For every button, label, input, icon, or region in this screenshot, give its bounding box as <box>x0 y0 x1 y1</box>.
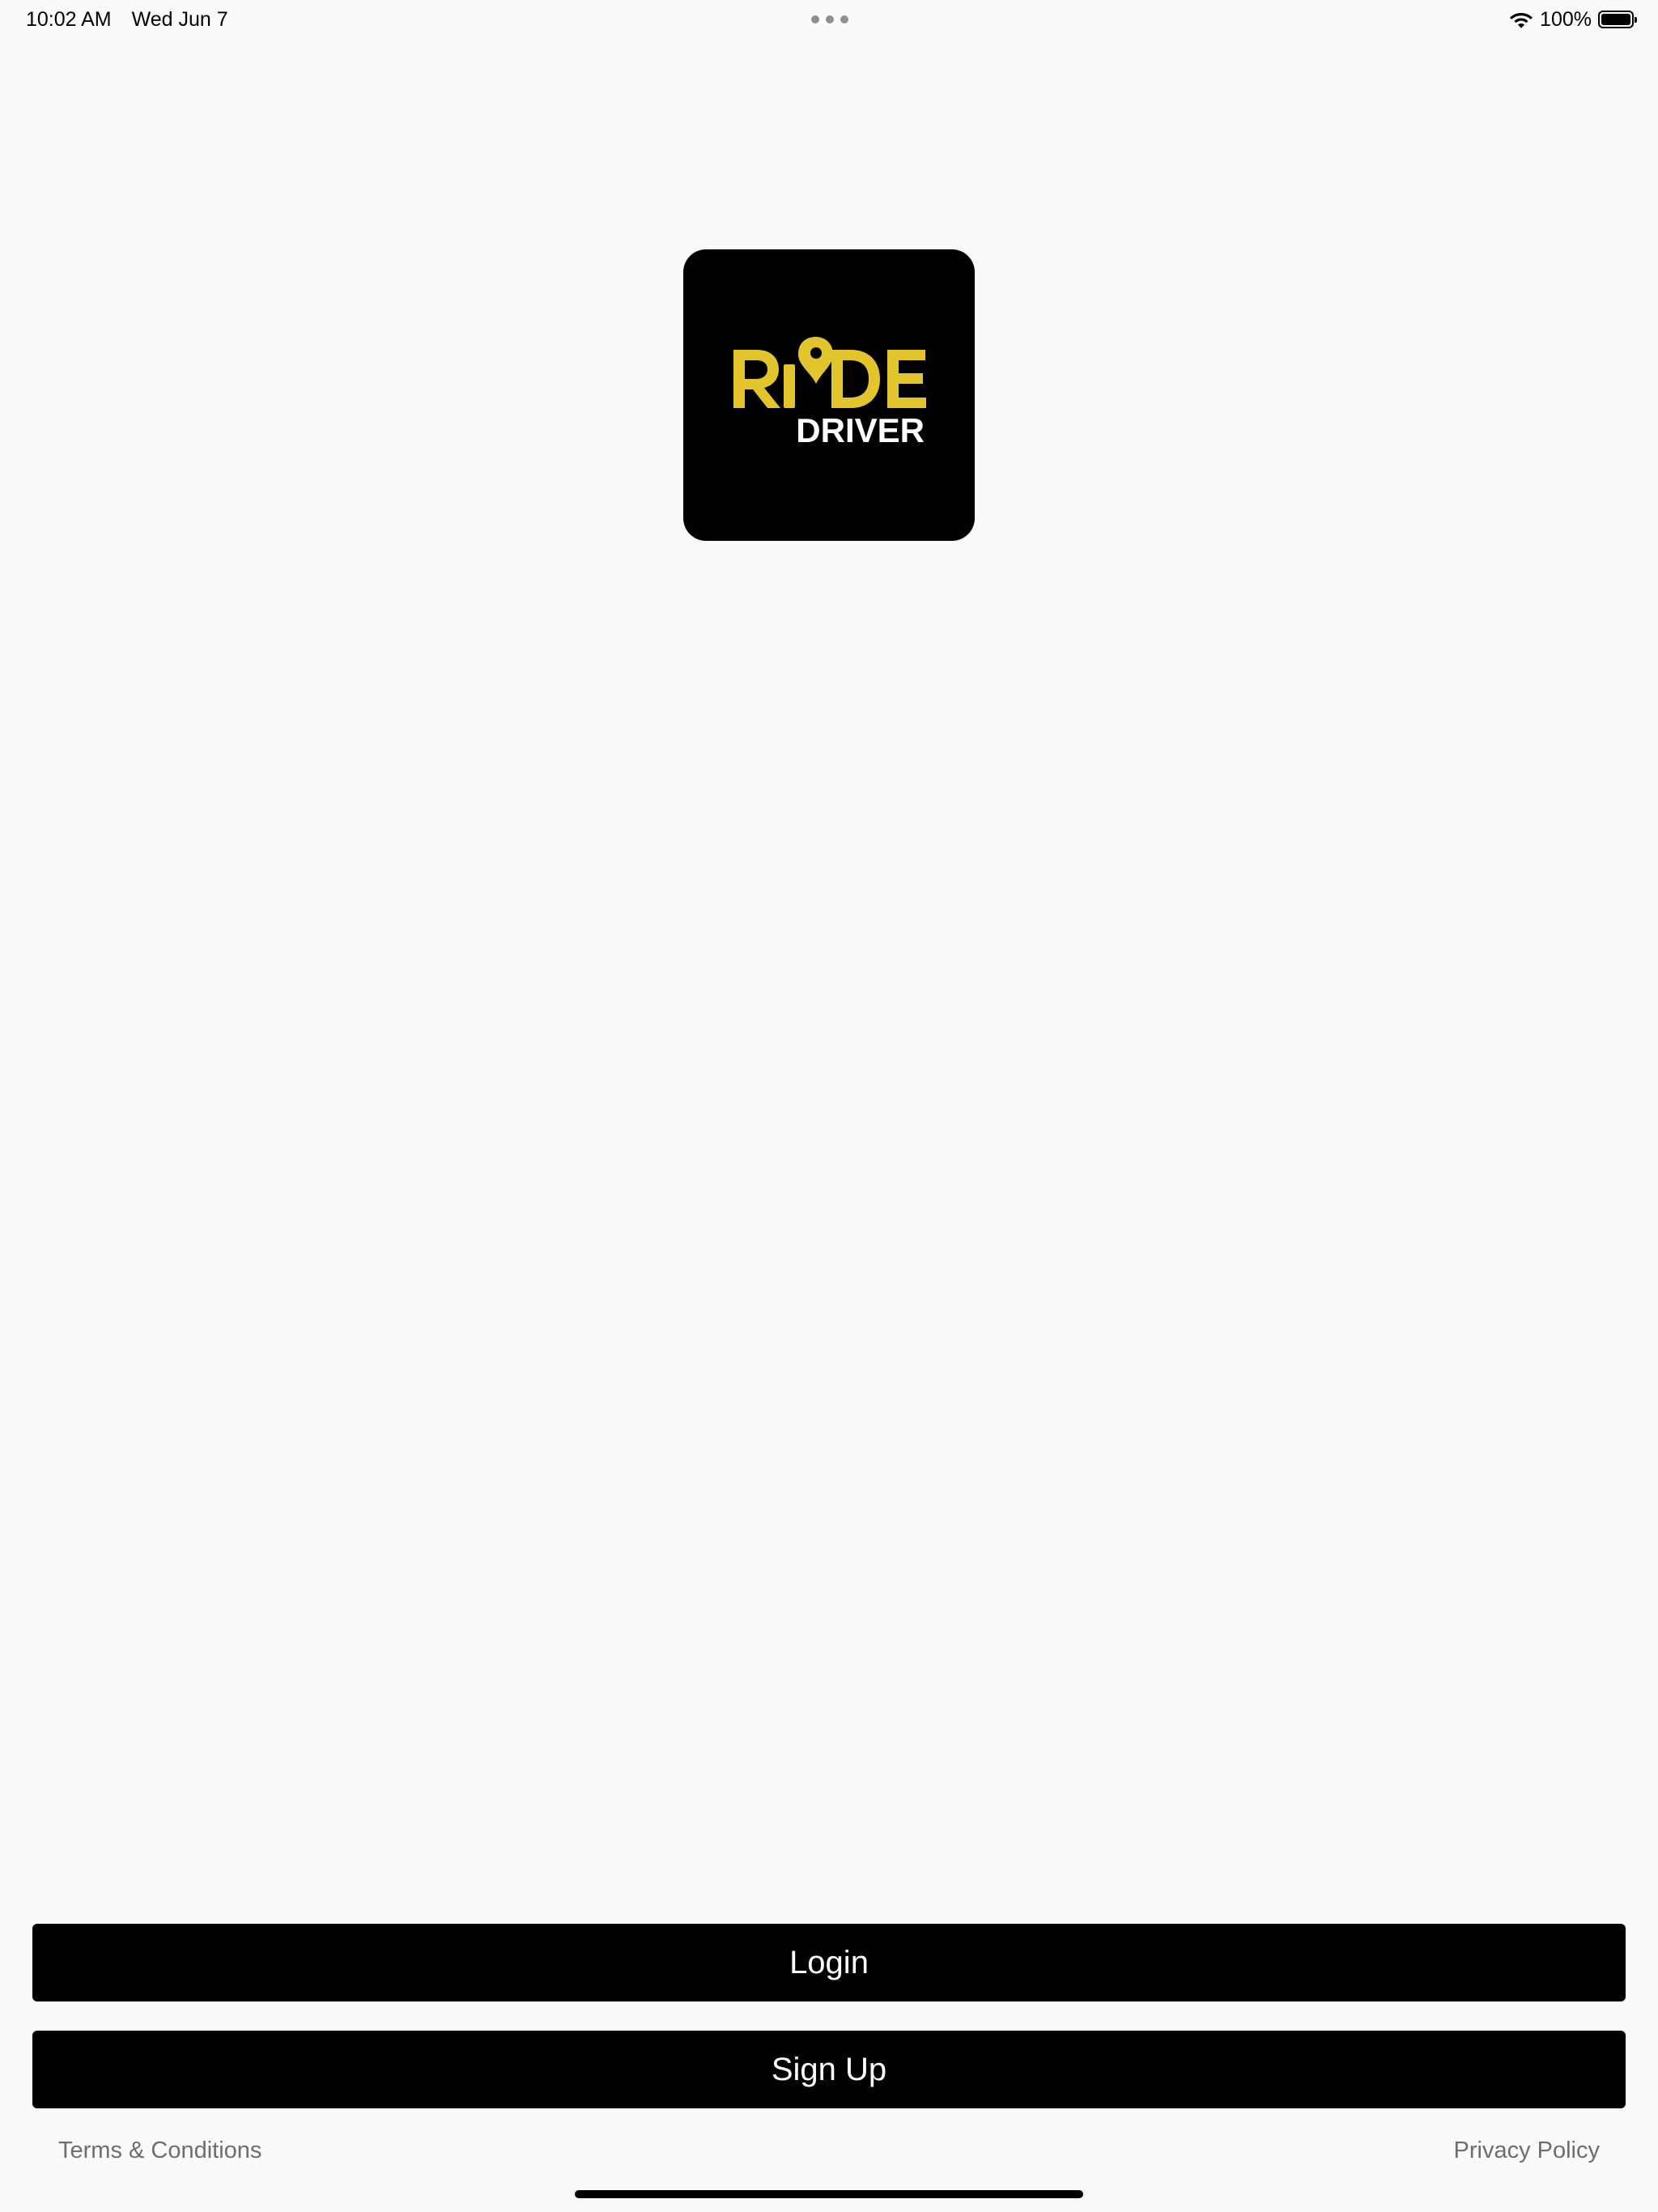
app-logo-artwork: DRIVER <box>733 337 926 449</box>
login-button[interactable]: Login <box>32 1924 1626 2001</box>
home-indicator[interactable] <box>575 2190 1083 2198</box>
status-date: Wed Jun 7 <box>131 8 228 31</box>
more-dots-icon[interactable] <box>811 15 848 24</box>
privacy-policy-link[interactable]: Privacy Policy <box>1454 2136 1601 2165</box>
status-time: 10:02 AM <box>26 8 112 31</box>
map-pin-icon <box>798 337 833 384</box>
battery-percent: 100% <box>1540 7 1592 31</box>
logo-letter-d <box>831 350 880 408</box>
status-bar: 10:02 AM Wed Jun 7 100% <box>0 0 1658 40</box>
signup-button[interactable]: Sign Up <box>32 2031 1626 2108</box>
terms-conditions-link[interactable]: Terms & Conditions <box>58 2136 261 2165</box>
status-indicators: 100% <box>1509 6 1637 32</box>
wifi-icon <box>1510 13 1533 28</box>
logo-subtitle: DRIVER <box>796 411 925 449</box>
app-logo: DRIVER <box>683 249 975 541</box>
logo-letter-e <box>887 350 926 408</box>
logo-letter-i <box>784 364 795 408</box>
logo-letter-r <box>733 350 780 408</box>
status-time-date: 10:02 AM Wed Jun 7 <box>26 6 228 32</box>
battery-level <box>1601 14 1630 25</box>
battery-icon <box>1598 11 1637 28</box>
